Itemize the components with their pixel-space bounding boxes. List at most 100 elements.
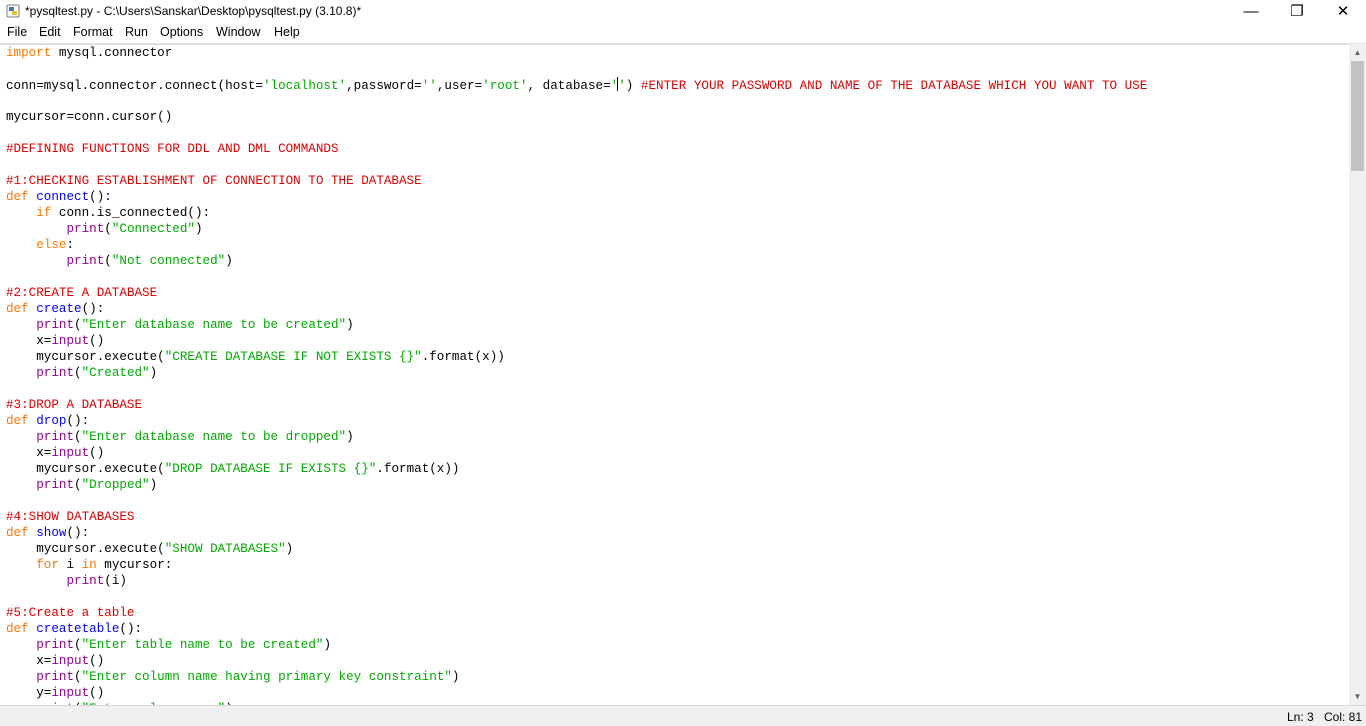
- code-token: in: [81, 558, 97, 572]
- code-token: "Created": [81, 366, 150, 380]
- code-line[interactable]: for i in mycursor:: [6, 557, 1147, 573]
- scroll-up-icon[interactable]: ▲: [1349, 44, 1366, 61]
- vertical-scrollbar[interactable]: ▲ ▼: [1349, 44, 1366, 705]
- code-token: :: [66, 238, 75, 252]
- code-token: x=: [6, 446, 52, 460]
- code-token: ():: [66, 414, 90, 428]
- code-line[interactable]: print(i): [6, 573, 1147, 589]
- scroll-thumb[interactable]: [1351, 61, 1364, 171]
- code-line[interactable]: else:: [6, 237, 1147, 253]
- code-line[interactable]: print("Enter table name to be created"): [6, 637, 1147, 653]
- code-token: mycursor=conn.cursor(): [6, 110, 173, 124]
- code-token: drop: [36, 414, 67, 428]
- code-line[interactable]: #2:CREATE A DATABASE: [6, 285, 1147, 301]
- code-line[interactable]: conn=mysql.connector.connect(host='local…: [6, 77, 1147, 93]
- code-line[interactable]: x=input(): [6, 333, 1147, 349]
- code-token: mysql.connector: [51, 46, 173, 60]
- menu-run[interactable]: Run: [125, 25, 148, 40]
- code-line[interactable]: x=input(): [6, 653, 1147, 669]
- code-line[interactable]: x=input(): [6, 445, 1147, 461]
- code-line[interactable]: import mysql.connector: [6, 45, 1147, 61]
- menu-file[interactable]: File: [7, 25, 27, 40]
- code-line[interactable]: def createtable():: [6, 621, 1147, 637]
- code-line[interactable]: print("Enter database name to be dropped…: [6, 429, 1147, 445]
- code-token: print: [66, 574, 105, 588]
- code-token: ): [194, 222, 203, 236]
- menu-help[interactable]: Help: [274, 25, 300, 40]
- code-token: , database=: [527, 79, 611, 93]
- code-token: if: [36, 206, 52, 220]
- menu-options[interactable]: Options: [160, 25, 203, 40]
- code-token: ():: [119, 622, 143, 636]
- code-line[interactable]: [6, 93, 1147, 109]
- code-token: #4:SHOW DATABASES: [6, 510, 135, 524]
- code-line[interactable]: print("Enter database name to be created…: [6, 317, 1147, 333]
- menu-format[interactable]: Format: [73, 25, 113, 40]
- code-line[interactable]: #5:Create a table: [6, 605, 1147, 621]
- code-line[interactable]: #3:DROP A DATABASE: [6, 397, 1147, 413]
- code-line[interactable]: def drop():: [6, 413, 1147, 429]
- menu-window[interactable]: Window: [216, 25, 260, 40]
- code-line[interactable]: mycursor.execute("CREATE DATABASE IF NOT…: [6, 349, 1147, 365]
- code-line[interactable]: def connect():: [6, 189, 1147, 205]
- column-number-indicator: Col: 81: [1324, 710, 1363, 724]
- code-line[interactable]: print("Enter column name having primary …: [6, 669, 1147, 685]
- code-token: mycursor:: [96, 558, 173, 572]
- title-bar: *pysqltest.py - C:\Users\Sanskar\Desktop…: [0, 0, 1366, 22]
- code-line[interactable]: #4:SHOW DATABASES: [6, 509, 1147, 525]
- code-token: (: [74, 318, 82, 332]
- minimize-icon[interactable]: —: [1228, 0, 1274, 22]
- code-token: ): [346, 430, 354, 444]
- code-token: (): [89, 446, 105, 460]
- code-token: conn=mysql.connector.connect(host=: [6, 79, 263, 93]
- maximize-icon[interactable]: ❐: [1274, 0, 1320, 22]
- code-token: 'localhost': [262, 79, 347, 93]
- code-line[interactable]: if conn.is_connected():: [6, 205, 1147, 221]
- code-line[interactable]: print("Dropped"): [6, 477, 1147, 493]
- code-token: 'root': [482, 79, 528, 93]
- code-editor[interactable]: import mysql.connector conn=mysql.connect…: [0, 44, 1348, 706]
- menu-bar: File Edit Format Run Options Window Help: [0, 22, 1366, 44]
- code-line[interactable]: [6, 381, 1147, 397]
- code-line[interactable]: print("Not connected"): [6, 253, 1147, 269]
- code-line[interactable]: [6, 157, 1147, 173]
- code-line[interactable]: print("Connected"): [6, 221, 1147, 237]
- code-line[interactable]: [6, 589, 1147, 605]
- code-token: import: [6, 46, 52, 60]
- code-token: input: [51, 446, 90, 460]
- code-line[interactable]: mycursor.execute("SHOW DATABASES"): [6, 541, 1147, 557]
- code-token: ,user=: [436, 79, 483, 93]
- code-token: def: [6, 414, 29, 428]
- code-token: ': [618, 79, 626, 93]
- code-line[interactable]: mycursor=conn.cursor(): [6, 109, 1147, 125]
- code-token: def: [6, 526, 29, 540]
- code-token: mycursor.execute(: [6, 542, 165, 556]
- code-token: "Enter table name to be created": [81, 638, 324, 652]
- code-line[interactable]: [6, 125, 1147, 141]
- code-token: "Enter database name to be dropped": [81, 430, 347, 444]
- code-line[interactable]: y=input(): [6, 685, 1147, 701]
- code-line[interactable]: def show():: [6, 525, 1147, 541]
- code-token: ,password=: [346, 79, 422, 93]
- code-line[interactable]: [6, 269, 1147, 285]
- code-token: conn.is_connected():: [51, 206, 211, 220]
- window-title: *pysqltest.py - C:\Users\Sanskar\Desktop…: [25, 4, 362, 18]
- menu-edit[interactable]: Edit: [39, 25, 61, 40]
- close-icon[interactable]: ✕: [1320, 0, 1366, 22]
- code-line[interactable]: print("Created"): [6, 365, 1147, 381]
- code-line[interactable]: #DEFINING FUNCTIONS FOR DDL AND DML COMM…: [6, 141, 1147, 157]
- code-line[interactable]: #1:CHECKING ESTABLISHMENT OF CONNECTION …: [6, 173, 1147, 189]
- code-token: (: [104, 254, 112, 268]
- code-line[interactable]: [6, 61, 1147, 77]
- code-text[interactable]: import mysql.connector conn=mysql.connect…: [6, 45, 1147, 706]
- code-line[interactable]: def create():: [6, 301, 1147, 317]
- code-token: (: [74, 638, 82, 652]
- scroll-down-icon[interactable]: ▼: [1349, 688, 1366, 705]
- code-line[interactable]: mycursor.execute("DROP DATABASE IF EXIST…: [6, 461, 1147, 477]
- python-idle-icon: [6, 4, 20, 18]
- code-line[interactable]: [6, 493, 1147, 509]
